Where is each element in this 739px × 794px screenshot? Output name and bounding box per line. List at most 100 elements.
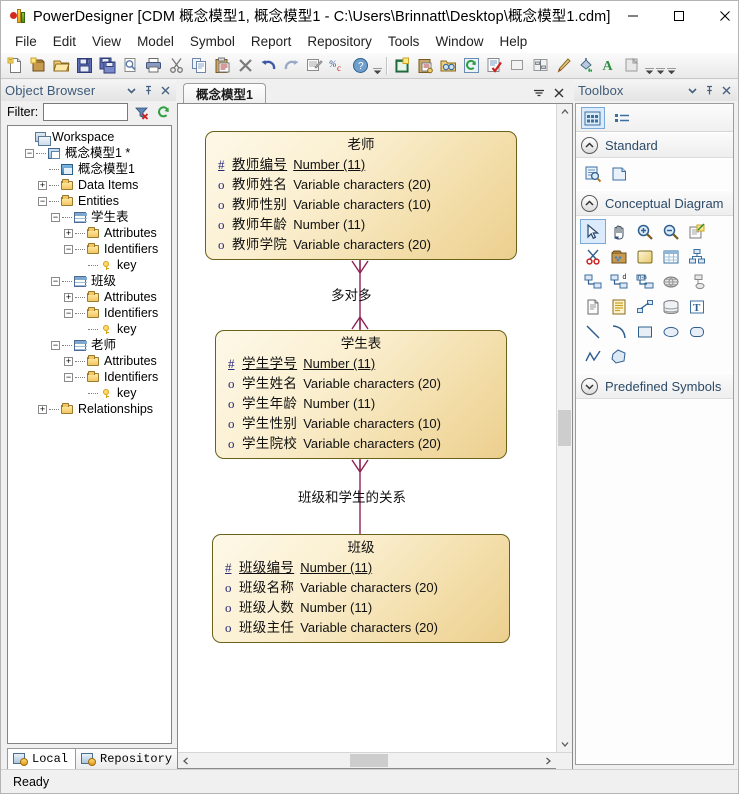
globe-icon[interactable]	[658, 269, 684, 294]
rounded-rect-icon[interactable]	[684, 319, 710, 344]
entity-attribute-row[interactable]: o 学生姓名 Variable characters (20)	[228, 374, 497, 394]
horizontal-scroll-thumb[interactable]	[350, 754, 388, 767]
tree-item[interactable]: − Identifiers	[10, 305, 171, 321]
relationship-label[interactable]: 多对多	[331, 284, 372, 304]
save-icon[interactable]	[73, 55, 96, 77]
entity-attribute-row[interactable]: o 教师年龄 Number (11)	[218, 215, 507, 235]
expand-icon[interactable]: +	[64, 356, 73, 366]
entity-班级[interactable]: 班级 # 班级编号 Number (11) o 班级名称 Variable characte…	[212, 534, 510, 643]
entity-attribute-row[interactable]: o 班级主任 Variable characters (20)	[225, 618, 500, 638]
filter-input[interactable]	[43, 103, 128, 121]
tree-item[interactable]: − 班级	[10, 273, 171, 289]
line-icon[interactable]	[580, 319, 606, 344]
find-icon[interactable]	[437, 55, 460, 77]
package-icon[interactable]	[606, 244, 632, 269]
new-document-icon[interactable]	[4, 55, 27, 77]
expand-icon[interactable]: +	[64, 292, 73, 302]
rectangle-icon[interactable]	[632, 319, 658, 344]
close-button[interactable]	[702, 1, 739, 31]
ellipse-icon[interactable]	[658, 319, 684, 344]
tree-item[interactable]: + Relationships	[10, 401, 171, 417]
vertical-scroll-track[interactable]	[557, 120, 572, 736]
toolbox-group-header[interactable]: Predefined Symbols	[576, 373, 733, 399]
scroll-right-arrow[interactable]	[540, 753, 556, 769]
polyline-icon[interactable]	[580, 344, 606, 369]
tree-item[interactable]: − 老师	[10, 337, 171, 353]
delete-scissors-icon[interactable]	[580, 244, 606, 269]
validate-icon[interactable]	[483, 55, 506, 77]
diagram-canvas[interactable]: 老师 # 教师编号 Number (11) o 教师姓名 Variable characte…	[178, 104, 556, 752]
toolbar-overflow-chevron-down-icon[interactable]	[644, 55, 655, 77]
refresh-icon[interactable]	[460, 55, 483, 77]
menu-item-view[interactable]: View	[84, 32, 129, 53]
list-view-icon[interactable]	[610, 107, 634, 129]
canvas-vertical-scrollbar[interactable]	[556, 104, 572, 752]
entity-attribute-row[interactable]: # 教师编号 Number (11)	[218, 155, 507, 175]
tree-item[interactable]: + Attributes	[10, 353, 171, 369]
tree-item[interactable]: + Attributes	[10, 289, 171, 305]
tree-item[interactable]: − 学生表	[10, 209, 171, 225]
open-package-icon[interactable]	[684, 219, 710, 244]
entity-老师[interactable]: 老师 # 教师编号 Number (11) o 教师姓名 Variable characte…	[205, 131, 517, 260]
collapse-icon[interactable]: −	[64, 372, 73, 382]
paste-icon[interactable]	[211, 55, 234, 77]
minimize-button[interactable]	[610, 1, 656, 31]
menu-item-repository[interactable]: Repository	[299, 32, 380, 53]
toolbar-overflow-chevron-down-icon[interactable]	[666, 55, 677, 77]
new-diagram-icon[interactable]	[391, 55, 414, 77]
database-icon[interactable]	[658, 294, 684, 319]
arc-icon[interactable]	[606, 319, 632, 344]
properties-icon[interactable]	[303, 55, 326, 77]
undo-icon[interactable]	[257, 55, 280, 77]
maximize-button[interactable]	[656, 1, 702, 31]
tree-item[interactable]: + Attributes	[10, 225, 171, 241]
close-icon[interactable]	[720, 84, 733, 97]
entity-attribute-row[interactable]: o 班级名称 Variable characters (20)	[225, 578, 500, 598]
browser-tab-repository[interactable]: Repository	[75, 748, 181, 769]
tree-item[interactable]: key	[10, 321, 171, 337]
tab-list-chevron-down-icon[interactable]	[533, 86, 545, 100]
redo-icon[interactable]	[280, 55, 303, 77]
file-icon[interactable]	[580, 294, 606, 319]
expand-icon[interactable]: +	[38, 180, 47, 190]
tree-item[interactable]: − Identifiers	[10, 241, 171, 257]
delete-icon[interactable]	[234, 55, 257, 77]
zoom-out-icon[interactable]	[658, 219, 684, 244]
grabber-icon[interactable]	[606, 219, 632, 244]
collapse-icon[interactable]: −	[51, 212, 60, 222]
zoom-properties-icon[interactable]	[580, 161, 606, 186]
entity-attribute-row[interactable]: o 学生院校 Variable characters (20)	[228, 434, 497, 454]
toolbar-overflow-chevron-down-icon[interactable]	[372, 55, 383, 77]
zoom-in-icon[interactable]	[632, 219, 658, 244]
link-icon[interactable]	[684, 269, 710, 294]
grid-view-icon[interactable]	[581, 106, 605, 129]
scroll-up-arrow[interactable]	[557, 104, 573, 120]
collapse-icon[interactable]: −	[51, 276, 60, 286]
inheritance-icon[interactable]	[684, 244, 710, 269]
nton-icon[interactable]: n-n	[632, 269, 658, 294]
close-icon[interactable]	[159, 84, 172, 97]
note-doc-icon[interactable]	[606, 294, 632, 319]
menu-item-file[interactable]: File	[7, 32, 45, 53]
font-color-icon[interactable]: A	[598, 55, 621, 77]
expand-icon[interactable]: +	[64, 228, 73, 238]
save-all-icon[interactable]	[96, 55, 119, 77]
tree-item[interactable]: − Identifiers	[10, 369, 171, 385]
object-tree-container[interactable]: Workspace − 概念模型1 * 概念模型1 + Data Items − Entiti…	[7, 125, 172, 744]
cut-icon[interactable]	[165, 55, 188, 77]
canvas-horizontal-scrollbar[interactable]	[178, 752, 572, 769]
tree-item[interactable]: 概念模型1	[10, 161, 171, 177]
entity-shape-icon[interactable]	[632, 244, 658, 269]
vertical-scroll-thumb[interactable]	[558, 410, 571, 446]
clear-filter-icon[interactable]	[133, 104, 150, 121]
print-preview-icon[interactable]	[119, 55, 142, 77]
arrow-link-icon[interactable]	[632, 294, 658, 319]
document-tab[interactable]: 概念模型1	[183, 83, 266, 103]
chevron-down-icon[interactable]	[686, 84, 699, 97]
new-package-icon[interactable]	[27, 55, 50, 77]
toolbar-overflow-chevron-down-icon[interactable]	[655, 55, 666, 77]
pin-icon[interactable]	[703, 84, 716, 97]
dependency-icon[interactable]: d	[606, 269, 632, 294]
open-folder-icon[interactable]	[50, 55, 73, 77]
entity-attribute-row[interactable]: o 学生性别 Variable characters (10)	[228, 414, 497, 434]
